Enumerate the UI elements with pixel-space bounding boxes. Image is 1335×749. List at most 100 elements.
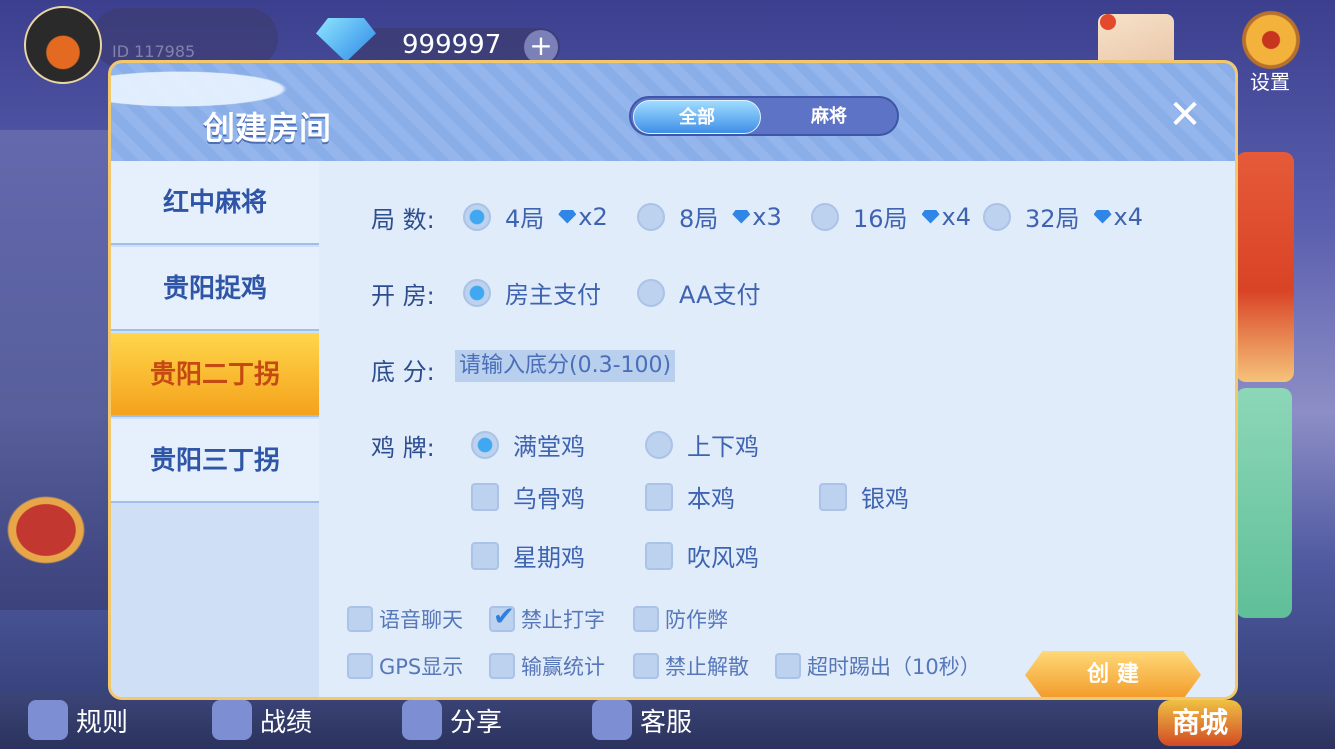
avatar[interactable] bbox=[24, 6, 102, 84]
extra-anti-cheat[interactable]: 防作弊 bbox=[633, 604, 728, 634]
checkbox-checked[interactable] bbox=[489, 602, 515, 632]
rounds-option-16[interactable]: 16局 x4 bbox=[811, 199, 971, 234]
nav-records[interactable]: 战绩 bbox=[212, 700, 312, 740]
nav-share-label: 分享 bbox=[450, 707, 503, 738]
option-label: 满堂鸡 bbox=[513, 433, 585, 461]
tab-group: 全部 麻将 bbox=[629, 96, 899, 136]
chicken-label: 鸡 牌: bbox=[371, 434, 435, 462]
check-ben[interactable]: 本鸡 bbox=[645, 479, 735, 514]
cost: x4 bbox=[1093, 203, 1143, 231]
diamond-count: 999997 bbox=[402, 30, 502, 60]
radio-selected[interactable] bbox=[463, 202, 491, 231]
option-label: AA支付 bbox=[679, 281, 761, 309]
sidebar-item-guiyang-zhuoji[interactable]: 贵阳捉鸡 bbox=[111, 247, 319, 331]
gear-icon[interactable] bbox=[1236, 8, 1306, 72]
payment-label: 开 房: bbox=[371, 282, 435, 310]
tab-mahjong[interactable]: 麻将 bbox=[765, 100, 893, 134]
shop-button[interactable]: 商城 bbox=[1158, 700, 1242, 746]
nav-share[interactable]: 分享 bbox=[402, 700, 502, 740]
extra-label: 语音聊天 bbox=[379, 608, 463, 632]
check-chuifeng[interactable]: 吹风鸡 bbox=[645, 538, 759, 573]
radio-selected[interactable] bbox=[463, 278, 491, 307]
notification-dot bbox=[1100, 14, 1116, 30]
cost-value: x4 bbox=[941, 202, 972, 231]
option-label: 4局 bbox=[505, 205, 545, 233]
checkbox[interactable] bbox=[645, 541, 673, 570]
cost-value: x3 bbox=[752, 202, 782, 231]
close-icon[interactable]: ✕ bbox=[1163, 93, 1207, 137]
checkbox[interactable] bbox=[633, 653, 659, 679]
nav-rules[interactable]: 规则 bbox=[28, 700, 128, 740]
option-label: 上下鸡 bbox=[687, 433, 759, 461]
settings-label[interactable]: 设置 bbox=[1250, 66, 1290, 95]
radio[interactable] bbox=[811, 202, 839, 231]
game-sidebar: 红中麻将 贵阳捉鸡 贵阳二丁拐 贵阳三丁拐 bbox=[111, 161, 319, 697]
create-room-dialog: 创建房间 全部 麻将 ✕ 红中麻将 贵阳捉鸡 贵阳二丁拐 贵阳三丁拐 局 数: … bbox=[108, 60, 1238, 700]
create-button[interactable]: 创 建 bbox=[1025, 651, 1201, 697]
sidebar-item-guiyang-erdingguai[interactable]: 贵阳二丁拐 bbox=[111, 333, 319, 417]
radio[interactable] bbox=[645, 430, 673, 459]
extra-no-dismiss[interactable]: 禁止解散 bbox=[633, 651, 749, 681]
diamond-icon bbox=[1093, 209, 1112, 224]
option-label: 16局 bbox=[853, 205, 908, 233]
checkbox[interactable] bbox=[347, 653, 373, 679]
extra-label: GPS显示 bbox=[379, 655, 464, 679]
extra-timeout-kick[interactable]: 超时踢出（10秒） bbox=[775, 651, 981, 681]
check-label: 吹风鸡 bbox=[687, 544, 759, 572]
extra-no-typing[interactable]: 禁止打字 bbox=[489, 602, 605, 634]
extra-label: 超时踢出（10秒） bbox=[807, 655, 981, 679]
add-diamond-button[interactable]: + bbox=[524, 30, 558, 64]
extra-label: 禁止解散 bbox=[665, 655, 749, 679]
diamond-icon bbox=[921, 209, 940, 224]
sidebar-item-guiyang-sandingguai[interactable]: 贵阳三丁拐 bbox=[111, 419, 319, 503]
chicken-option-mantang[interactable]: 满堂鸡 bbox=[471, 427, 585, 462]
radio-selected[interactable] bbox=[471, 430, 499, 459]
background-wave bbox=[0, 470, 115, 590]
nav-rules-label: 规则 bbox=[76, 707, 129, 738]
nav-service[interactable]: 客服 bbox=[592, 700, 692, 740]
checkbox[interactable] bbox=[775, 653, 801, 679]
check-yin[interactable]: 银鸡 bbox=[819, 479, 909, 514]
base-score-label: 底 分: bbox=[371, 358, 435, 386]
nav-records-label: 战绩 bbox=[260, 707, 313, 738]
customer-service-icon bbox=[592, 700, 632, 740]
radio[interactable] bbox=[983, 202, 1011, 231]
base-score-input[interactable]: 请输入底分(0.3-100) bbox=[455, 350, 675, 382]
sidebar-item-hongzhong[interactable]: 红中麻将 bbox=[111, 161, 319, 245]
payment-option-owner[interactable]: 房主支付 bbox=[463, 275, 601, 310]
extra-label: 输赢统计 bbox=[521, 655, 605, 679]
extra-win-loss[interactable]: 输赢统计 bbox=[489, 651, 605, 681]
checkbox[interactable] bbox=[633, 606, 659, 632]
checkbox[interactable] bbox=[819, 482, 847, 511]
check-label: 乌骨鸡 bbox=[513, 485, 585, 513]
option-label: 32局 bbox=[1025, 205, 1080, 233]
rules-icon bbox=[28, 700, 68, 740]
option-label: 房主支付 bbox=[505, 281, 601, 309]
radio[interactable] bbox=[637, 278, 665, 307]
check-wugu[interactable]: 乌骨鸡 bbox=[471, 479, 585, 514]
extra-gps[interactable]: GPS显示 bbox=[347, 651, 463, 681]
side-card-green[interactable] bbox=[1236, 388, 1292, 618]
extra-label: 防作弊 bbox=[665, 608, 728, 632]
extra-voice-chat[interactable]: 语音聊天 bbox=[347, 604, 463, 634]
checkbox[interactable] bbox=[645, 482, 673, 511]
rounds-option-8[interactable]: 8局 x3 bbox=[637, 199, 782, 234]
cost: x3 bbox=[732, 202, 782, 231]
radio[interactable] bbox=[637, 202, 665, 231]
checkbox[interactable] bbox=[489, 653, 515, 679]
tab-all[interactable]: 全部 bbox=[633, 100, 761, 134]
diamond-icon bbox=[558, 209, 577, 224]
rounds-option-4[interactable]: 4局 x2 bbox=[463, 199, 608, 234]
side-card-red[interactable] bbox=[1236, 152, 1294, 382]
diamond-icon bbox=[732, 209, 751, 224]
dialog-title: 创建房间 bbox=[203, 109, 332, 147]
rounds-option-32[interactable]: 32局 x4 bbox=[983, 199, 1143, 234]
chicken-option-shangxia[interactable]: 上下鸡 bbox=[645, 427, 759, 462]
checkbox[interactable] bbox=[471, 541, 499, 570]
check-xingqi[interactable]: 星期鸡 bbox=[471, 538, 585, 573]
payment-option-aa[interactable]: AA支付 bbox=[637, 275, 761, 310]
checkbox[interactable] bbox=[347, 606, 373, 632]
rounds-label: 局 数: bbox=[371, 206, 435, 234]
check-label: 银鸡 bbox=[861, 485, 909, 513]
checkbox[interactable] bbox=[471, 482, 499, 511]
